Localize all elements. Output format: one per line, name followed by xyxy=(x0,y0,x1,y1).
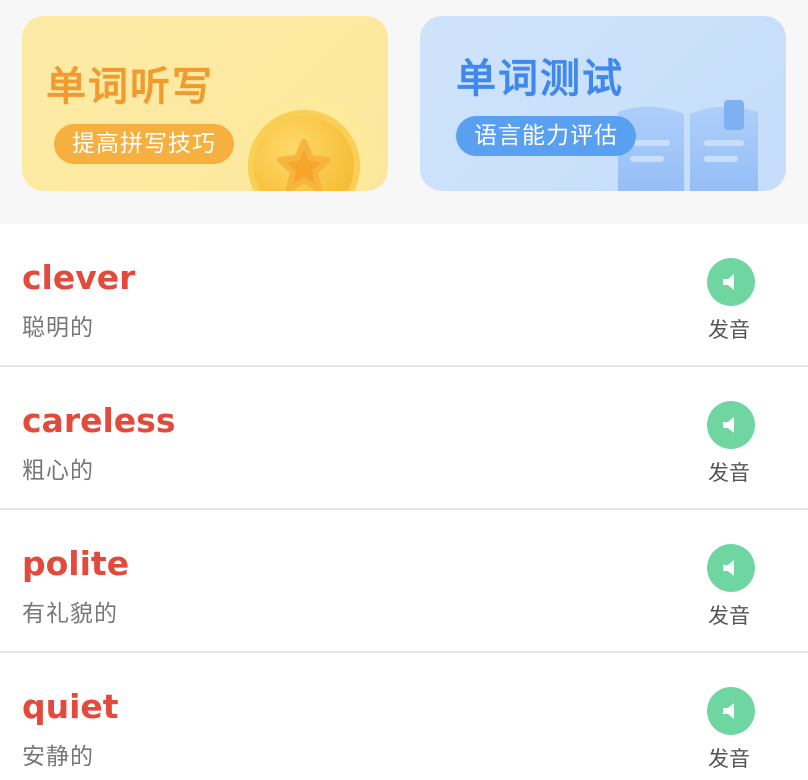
book-icon xyxy=(618,100,758,191)
pronounce-button[interactable]: 发音 xyxy=(706,401,756,487)
word-english: quiet xyxy=(22,687,119,726)
word-test-card[interactable]: 单词测试 语言能力评估 xyxy=(420,16,786,191)
word-dictation-subtitle: 提高拼写技巧 xyxy=(54,124,234,164)
word-dictation-card[interactable]: 单词听写 提高拼写技巧 xyxy=(22,16,388,191)
word-chinese: 粗心的 xyxy=(22,458,94,484)
list-item: quiet 安静的 发音 xyxy=(0,653,808,780)
word-test-title: 单词测试 xyxy=(456,56,624,102)
word-dictation-title: 单词听写 xyxy=(46,64,214,110)
pronounce-label: 发音 xyxy=(708,318,750,342)
speaker-icon[interactable] xyxy=(707,544,755,592)
word-chinese: 安静的 xyxy=(22,744,94,770)
word-english: polite xyxy=(22,544,130,583)
list-item: polite 有礼貌的 发音 xyxy=(0,510,808,653)
pronounce-button[interactable]: 发音 xyxy=(706,544,756,630)
pronounce-label: 发音 xyxy=(708,461,750,485)
speaker-icon[interactable] xyxy=(707,401,755,449)
list-item: careless 粗心的 发音 xyxy=(0,367,808,510)
speaker-icon[interactable] xyxy=(707,258,755,306)
word-list: clever 聪明的 发音 careless 粗心的 发音 polite 有礼貌… xyxy=(0,224,808,780)
word-chinese: 有礼貌的 xyxy=(22,601,118,627)
speaker-icon[interactable] xyxy=(707,687,755,735)
pronounce-button[interactable]: 发音 xyxy=(706,687,756,773)
list-item: clever 聪明的 发音 xyxy=(0,224,808,367)
pronounce-label: 发音 xyxy=(708,604,750,628)
word-test-subtitle: 语言能力评估 xyxy=(456,116,636,156)
pronounce-button[interactable]: 发音 xyxy=(706,258,756,344)
pronounce-label: 发音 xyxy=(708,747,750,771)
feature-cards-area: 单词听写 提高拼写技巧 单词测试 语言能力评估 xyxy=(0,0,808,224)
word-english: careless xyxy=(22,401,176,440)
word-chinese: 聪明的 xyxy=(22,315,94,341)
word-english: clever xyxy=(22,258,136,297)
